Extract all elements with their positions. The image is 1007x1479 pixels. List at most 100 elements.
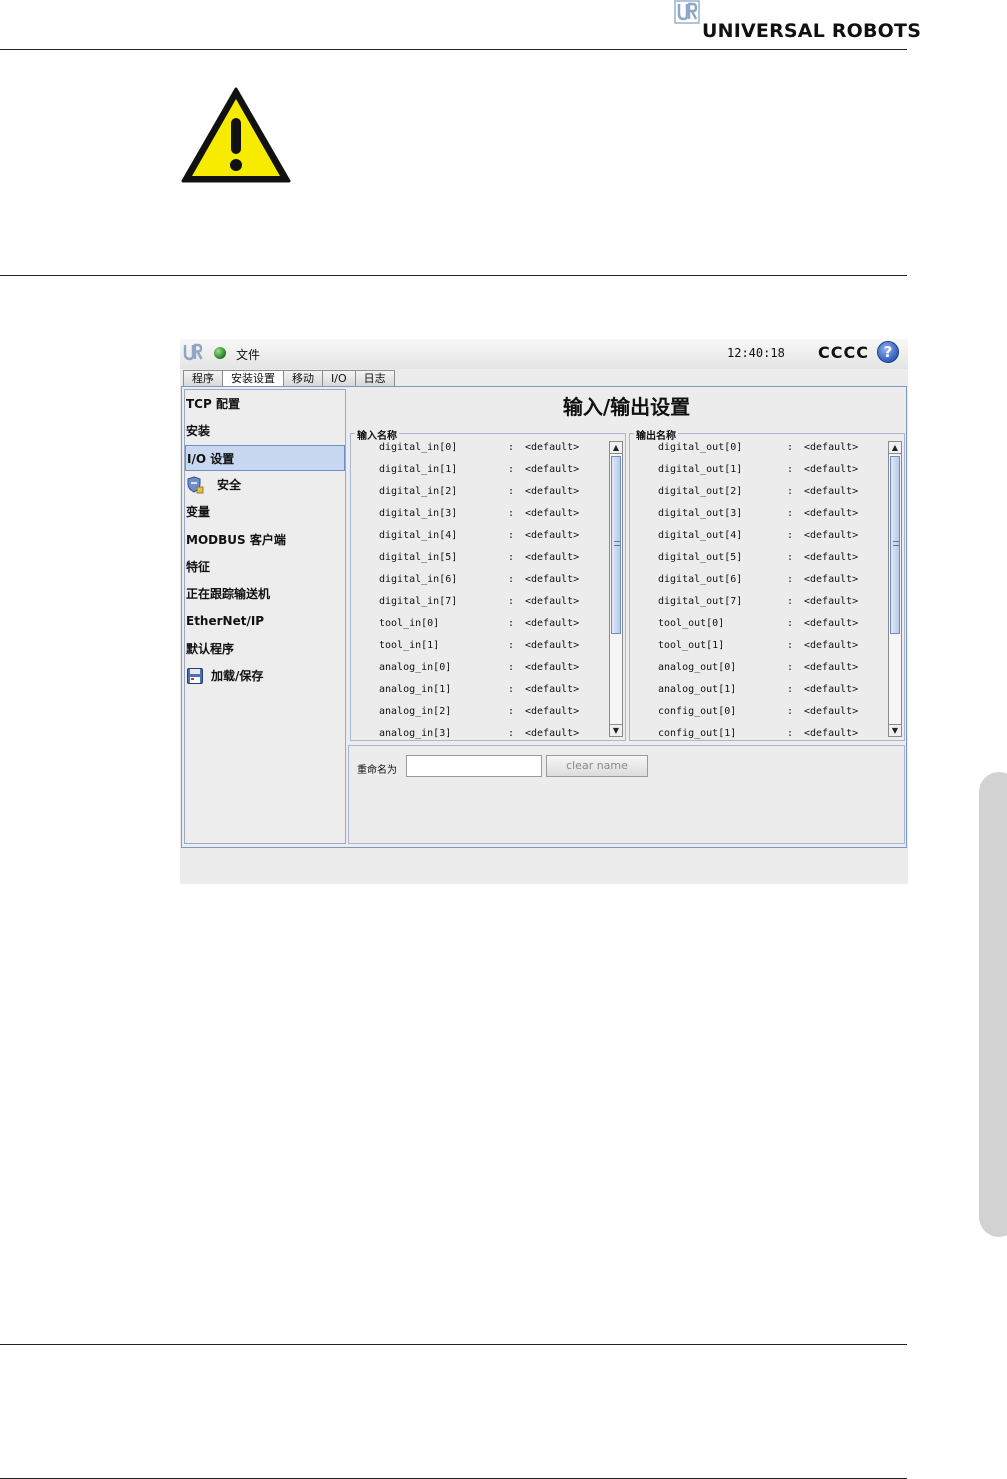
io-sep: : — [508, 618, 515, 629]
output-row[interactable]: digital_out[0]: <default> — [630, 437, 885, 459]
io-sep: : — [787, 464, 794, 475]
input-row[interactable]: digital_in[5]: <default> — [351, 547, 606, 569]
io-alias: <default> — [525, 442, 580, 453]
menu-item-default-program[interactable]: 默认程序 — [185, 636, 345, 662]
input-row[interactable]: analog_in[1]: <default> — [351, 679, 606, 701]
menu-item-io-setup[interactable]: I/O 设置 — [185, 445, 345, 471]
output-row[interactable]: analog_out[1]: <default> — [630, 679, 885, 701]
menu-item-modbus[interactable]: MODBUS 客户端 — [185, 527, 345, 553]
io-sep: : — [787, 486, 794, 497]
io-name: config_out[0] — [658, 706, 737, 717]
output-row[interactable]: digital_out[2]: <default> — [630, 481, 885, 503]
clear-name-button[interactable]: clear name — [546, 755, 648, 777]
rename-input[interactable] — [406, 755, 542, 777]
input-row[interactable]: digital_in[3]: <default> — [351, 503, 606, 525]
input-row[interactable]: analog_in[0]: <default> — [351, 657, 606, 679]
scroll-thumb[interactable] — [611, 456, 621, 634]
tab-log[interactable]: 日志 — [354, 370, 395, 386]
io-sep: : — [787, 662, 794, 673]
io-sep: : — [508, 442, 515, 453]
output-row[interactable]: digital_out[6]: <default> — [630, 569, 885, 591]
menu-item-safety[interactable]: 安全 — [185, 472, 345, 498]
robot-name: CCCC — [818, 343, 869, 362]
output-row[interactable]: config_out[1]: <default> — [630, 723, 885, 739]
io-sep: : — [787, 574, 794, 585]
menu-item-tcp[interactable]: TCP 配置 — [185, 391, 345, 417]
shield-lock-icon — [187, 476, 204, 494]
help-icon[interactable]: ? — [877, 341, 899, 363]
output-row[interactable]: config_out[0]: <default> — [630, 701, 885, 723]
output-row[interactable]: digital_out[5]: <default> — [630, 547, 885, 569]
file-menu[interactable]: 文件 — [236, 346, 260, 363]
io-sep: : — [508, 530, 515, 541]
menu-item-mounting[interactable]: 安装 — [185, 418, 345, 444]
io-name: digital_in[1] — [379, 464, 458, 475]
scroll-down-icon[interactable]: ▼ — [610, 724, 622, 736]
io-alias: <default> — [804, 530, 859, 541]
io-name: tool_out[0] — [658, 618, 725, 629]
io-alias: <default> — [525, 662, 580, 673]
tab-program[interactable]: 程序 — [183, 370, 223, 386]
input-row[interactable]: digital_in[7]: <default> — [351, 591, 606, 613]
io-name: analog_in[1] — [379, 684, 452, 695]
io-name: digital_out[3] — [658, 508, 743, 519]
io-sep: : — [787, 706, 794, 717]
io-alias: <default> — [804, 684, 859, 695]
io-sep: : — [508, 508, 515, 519]
io-alias: <default> — [525, 640, 580, 651]
menu-item-variables[interactable]: 变量 — [185, 499, 345, 525]
input-row[interactable]: digital_in[2]: <default> — [351, 481, 606, 503]
tab-move[interactable]: 移动 — [283, 370, 323, 386]
output-row[interactable]: tool_out[1]: <default> — [630, 635, 885, 657]
input-row[interactable]: digital_in[0]: <default> — [351, 437, 606, 459]
input-row[interactable]: tool_in[1]: <default> — [351, 635, 606, 657]
io-name: tool_in[1] — [379, 640, 440, 651]
io-alias: <default> — [525, 618, 580, 629]
scroll-thumb[interactable] — [890, 456, 900, 634]
scroll-up-icon[interactable]: ▲ — [889, 442, 901, 454]
output-row[interactable]: analog_out[0]: <default> — [630, 657, 885, 679]
robot-status-icon — [214, 347, 226, 359]
output-list-scrollbar[interactable]: ▲ ▼ — [888, 441, 902, 737]
menu-item-features[interactable]: 特征 — [185, 554, 345, 580]
io-sep: : — [787, 728, 794, 739]
input-names-group: 输入名称 digital_in[0]: <default> digital_in[… — [350, 427, 626, 741]
input-row[interactable]: digital_in[6]: <default> — [351, 569, 606, 591]
input-list-scrollbar[interactable]: ▲ ▼ — [609, 441, 623, 737]
io-name: analog_in[0] — [379, 662, 452, 673]
scroll-down-icon[interactable]: ▼ — [889, 724, 901, 736]
output-row[interactable]: digital_out[7]: <default> — [630, 591, 885, 613]
io-alias: <default> — [525, 728, 580, 739]
io-setup-content: 输入/输出设置 输入名称 digital_in[0]: <default> dig… — [348, 389, 905, 844]
io-name: digital_in[5] — [379, 552, 458, 563]
scroll-up-icon[interactable]: ▲ — [610, 442, 622, 454]
io-sep: : — [508, 464, 515, 475]
output-row[interactable]: digital_out[1]: <default> — [630, 459, 885, 481]
io-sep: : — [508, 574, 515, 585]
tab-installation[interactable]: 安装设置 — [222, 370, 284, 386]
brand-header: UNIVERSAL ROBOTS — [674, 0, 921, 44]
io-sep: : — [787, 684, 794, 695]
io-alias: <default> — [804, 486, 859, 497]
input-row[interactable]: digital_in[4]: <default> — [351, 525, 606, 547]
menu-item-safety-label: 安全 — [217, 478, 242, 492]
tab-io[interactable]: I/O — [322, 370, 356, 386]
io-name: digital_in[0] — [379, 442, 458, 453]
menu-item-ethernet-ip[interactable]: EtherNet/IP — [185, 608, 345, 634]
io-alias: <default> — [525, 596, 580, 607]
input-row[interactable]: analog_in[2]: <default> — [351, 701, 606, 723]
io-sep: : — [787, 618, 794, 629]
page-title: 输入/输出设置 — [562, 395, 691, 419]
output-row[interactable]: tool_out[0]: <default> — [630, 613, 885, 635]
menu-item-conveyor-tracking[interactable]: 正在跟踪输送机 — [185, 581, 345, 607]
input-row[interactable]: digital_in[1]: <default> — [351, 459, 606, 481]
io-alias: <default> — [804, 464, 859, 475]
menu-item-load-save[interactable]: 加载/保存 — [185, 663, 345, 689]
io-sep: : — [508, 596, 515, 607]
output-row[interactable]: digital_out[4]: <default> — [630, 525, 885, 547]
app-window: 文件 12:40:18 CCCC ? 程序 安装设置 移动 I/O 日志 TCP… — [180, 339, 908, 884]
io-sep: : — [787, 442, 794, 453]
input-row[interactable]: tool_in[0]: <default> — [351, 613, 606, 635]
input-row[interactable]: analog_in[3]: <default> — [351, 723, 606, 739]
output-row[interactable]: digital_out[3]: <default> — [630, 503, 885, 525]
